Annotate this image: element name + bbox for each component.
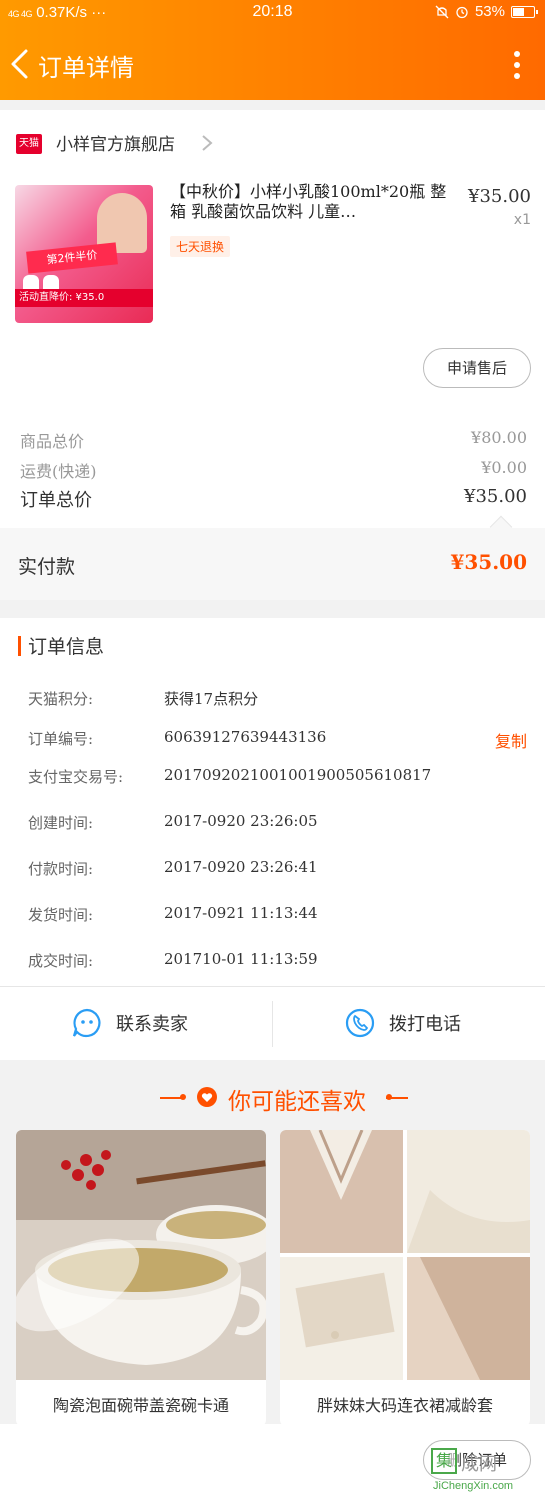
paid-box-notch (489, 515, 513, 539)
recommend-item[interactable]: 胖妹妹大码连衣裙减龄套 (280, 1130, 530, 1426)
status-right: 53% (435, 3, 538, 20)
product-image-banner: 第2件半价 (26, 242, 118, 274)
summary-label: 订单总价 (20, 490, 92, 511)
order-info-label: 创建时间: (28, 814, 94, 832)
order-info-value: 2017092021001001900505610817 (164, 766, 432, 784)
order-info-label: 付款时间: (28, 860, 94, 878)
bottom-action-bar: 删除订单 集 成网 JiChengXin.com (0, 1424, 545, 1500)
order-info-row: 订单编号: 60639127639443136 复制 (28, 728, 527, 752)
product-image[interactable]: 第2件半价 活动直降价: ¥35.0 (15, 185, 153, 323)
recommend-item-name: 胖妹妹大码连衣裙减龄套 (316, 1396, 493, 1415)
call-label: 拨打电话 (389, 1014, 461, 1035)
order-info-row: 天猫积分: 获得17点积分 (28, 688, 527, 712)
battery-icon (511, 5, 538, 18)
order-info-card: 订单信息 天猫积分: 获得17点积分 订单编号: 606391276394431… (0, 618, 545, 986)
recommend-title: 你可能还喜欢 (228, 1089, 366, 1115)
paid-label: 实付款 (18, 556, 76, 578)
recommend-deco-dot (180, 1094, 186, 1100)
order-info-row: 付款时间: 2017-0920 23:26:41 (28, 858, 527, 882)
order-info-label: 支付宝交易号: (28, 768, 124, 786)
contact-seller-button[interactable]: 联系卖家 (0, 987, 272, 1061)
product-image-price: 活动直降价: ¥35.0 (15, 289, 153, 307)
paid-value: ¥35.00 (450, 550, 527, 574)
order-store-card: 天猫 小样官方旗舰店 第2件半价 活动直降价: ¥35.0 【中秋价】小样小乳酸… (0, 110, 545, 600)
recommend-item-image (280, 1130, 530, 1380)
order-info-label: 天猫积分: (28, 690, 94, 708)
recommend-deco-line (160, 1097, 182, 1099)
product-quantity: x1 (513, 212, 531, 228)
summary-label: 运费(快递) (20, 462, 97, 481)
recommend-item-image (16, 1130, 266, 1380)
order-info-row: 成交时间: 201710-01 11:13:59 (28, 950, 527, 974)
watermark-logo: 集 (431, 1448, 457, 1474)
order-info-label: 成交时间: (28, 952, 94, 970)
order-info-value: 2017-0920 23:26:41 (164, 858, 318, 876)
battery-percent: 53% (474, 3, 505, 20)
watermark: 集 成网 JiChengXin.com (423, 1442, 541, 1498)
summary-label: 商品总价 (20, 432, 85, 451)
recommend-item-name: 陶瓷泡面碗带盖瓷碗卡通 (52, 1396, 229, 1415)
copy-order-number-button[interactable]: 复制 (495, 728, 527, 752)
store-name[interactable]: 小样官方旗舰店 (56, 130, 175, 155)
more-menu-icon[interactable] (513, 50, 521, 80)
order-info-row: 发货时间: 2017-0921 11:13:44 (28, 904, 527, 928)
order-info-value: 获得17点积分 (164, 690, 259, 708)
order-info-value: 201710-01 11:13:59 (164, 950, 318, 968)
contact-seller-label: 联系卖家 (116, 1014, 188, 1035)
tmall-badge-icon: 天猫 (16, 134, 42, 154)
summary-value: ¥0.00 (481, 458, 527, 477)
mute-icon (435, 5, 449, 18)
recommend-deco-line (386, 1097, 408, 1099)
paid-amount-box: 实付款 ¥35.00 (0, 515, 545, 600)
order-info-value: 2017-0920 23:26:05 (164, 812, 318, 830)
alarm-icon (456, 6, 468, 18)
after-sale-button[interactable]: 申请售后 (423, 348, 531, 388)
status-bar: 4G 4G 0.37K/s ··· 20:18 53% (0, 0, 545, 28)
order-info-value: 2017-0921 11:13:44 (164, 904, 318, 922)
summary-row: 商品总价 ¥80.00 (20, 428, 527, 452)
return-policy-tag: 七天退换 (170, 236, 231, 257)
summary-row: 运费(快递) ¥0.00 (20, 458, 527, 482)
order-info-title: 订单信息 (28, 636, 105, 658)
call-button[interactable]: 拨打电话 (273, 987, 545, 1061)
top-bar: 4G 4G 0.37K/s ··· 20:18 53% 订单详情 (0, 0, 545, 100)
watermark-site: JiChengXin.com (433, 1480, 514, 1492)
watermark-text: 成网 (461, 1454, 497, 1475)
product-title[interactable]: 【中秋价】小样小乳酸100ml*20瓶 整箱 乳酸菌饮品饮料 儿童… (170, 182, 455, 222)
summary-value: ¥80.00 (471, 428, 527, 447)
product-price: ¥35.00 (468, 186, 531, 207)
recommend-item[interactable]: 陶瓷泡面碗带盖瓷碗卡通 (16, 1130, 266, 1426)
order-number: 60639127639443136 (164, 728, 327, 746)
nav-bar: 订单详情 (0, 36, 545, 92)
page-title: 订单详情 (38, 54, 134, 82)
order-info-label: 发货时间: (28, 906, 94, 924)
summary-value: ¥35.00 (464, 486, 527, 507)
chevron-right-icon[interactable] (200, 134, 214, 152)
phone-icon (345, 1008, 375, 1038)
heart-icon (197, 1087, 217, 1107)
chat-bubble-icon (72, 1008, 101, 1038)
section-accent-bar (18, 636, 21, 656)
contact-bar: 联系卖家 拨打电话 (0, 986, 545, 1060)
summary-row-total: 订单总价 ¥35.00 (20, 486, 527, 512)
order-info-label: 订单编号: (28, 730, 94, 748)
order-info-row: 支付宝交易号: 2017092021001001900505610817 (28, 766, 527, 790)
order-info-row: 创建时间: 2017-0920 23:26:05 (28, 812, 527, 836)
back-arrow-icon[interactable] (8, 48, 32, 80)
